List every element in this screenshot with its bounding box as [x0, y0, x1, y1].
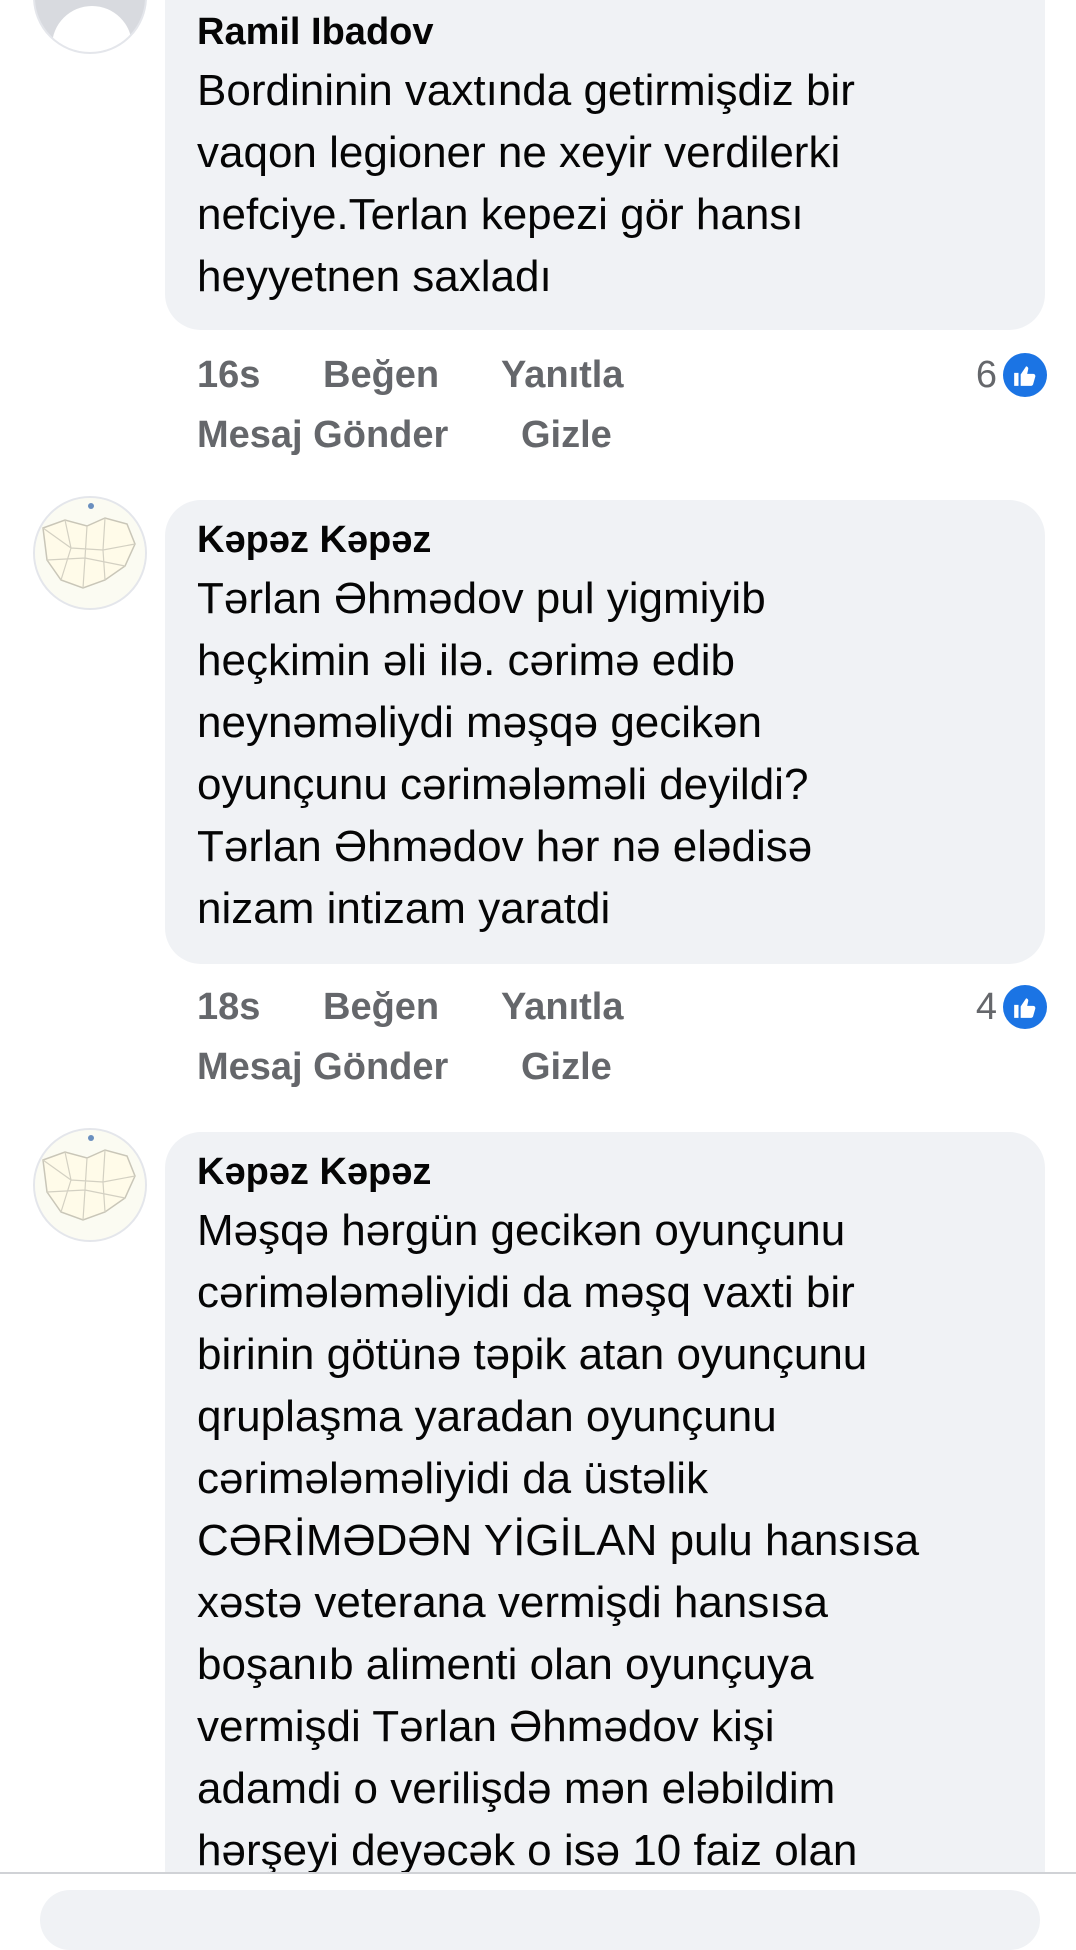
map-profile-icon: [35, 498, 145, 608]
thumbs-up-icon: [1003, 353, 1047, 397]
reaction-count[interactable]: 4: [976, 977, 1047, 1037]
hide-button[interactable]: Gizle: [521, 1037, 612, 1097]
comment-bubble: Ramil Ibadov Bordininin vaxtında getirmi…: [165, 0, 1045, 330]
comment-actions: 18s Beğen Yanıtla 4 Mesaj Gönder Gizle: [197, 977, 1047, 1097]
reply-button[interactable]: Yanıtla: [501, 345, 624, 405]
comment-composer[interactable]: [40, 1890, 1040, 1950]
avatar[interactable]: [33, 496, 147, 610]
like-count: 6: [975, 354, 997, 396]
map-profile-icon: [35, 1130, 145, 1240]
comment-text: Məşqə hərgün gecikən oyunçunu cərimələmə…: [197, 1206, 920, 1872]
comment-bubble: Kəpəz Kəpəz Məşqə hərgün gecikən oyunçun…: [165, 1132, 1045, 1872]
comment-time[interactable]: 16s: [197, 345, 260, 405]
divider: [0, 1872, 1076, 1874]
comment-author[interactable]: Kəpəz Kəpəz: [197, 518, 1015, 562]
thumbs-up-icon: [1003, 985, 1047, 1029]
like-button[interactable]: Beğen: [323, 977, 439, 1037]
send-message-button[interactable]: Mesaj Gönder: [197, 405, 448, 465]
comment-author[interactable]: Kəpəz Kəpəz: [197, 1150, 1015, 1194]
comment-bubble: Kəpəz Kəpəz Tərlan Əhmədov pul yigmiyib …: [165, 500, 1045, 964]
hide-button[interactable]: Gizle: [521, 405, 612, 465]
comment-time[interactable]: 18s: [197, 977, 260, 1037]
comment-author[interactable]: Ramil Ibadov: [197, 10, 1015, 54]
avatar[interactable]: [33, 1128, 147, 1242]
comment-actions: 16s Beğen Yanıtla 6 Mesaj Gönder Gizle: [197, 345, 1047, 465]
send-message-button[interactable]: Mesaj Gönder: [197, 1037, 448, 1097]
comment-text: Tərlan Əhmədov pul yigmiyib heçkimin əli…: [197, 574, 813, 933]
reply-button[interactable]: Yanıtla: [501, 977, 624, 1037]
comment-text: Bordininin vaxtında getirmişdiz bir vaqo…: [197, 66, 855, 301]
like-count: 4: [975, 986, 997, 1028]
avatar[interactable]: [33, 0, 147, 54]
reaction-count[interactable]: 6: [976, 345, 1047, 405]
like-button[interactable]: Beğen: [323, 345, 439, 405]
